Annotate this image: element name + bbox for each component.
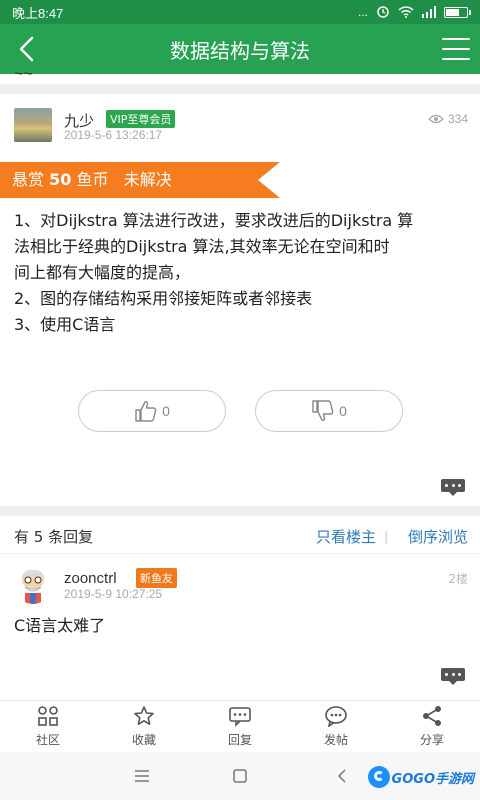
post-line: 间上都有大幅度的提高， [14,263,191,282]
dislike-count: 0 [339,403,347,419]
nav-label: 分享 [419,733,444,747]
reply-text: C语言太难了 [14,616,106,635]
new-member-badge: 新鱼友 [136,568,177,588]
post-line: 法相比于经典的Dijkstra 算法,其效率无论在空间和时 [14,237,390,256]
status-icons: ... [357,5,471,19]
vip-badge: VIP至尊会员 [106,110,176,128]
grid-icon [38,706,58,726]
alarm-icon [377,6,389,18]
dislike-button[interactable]: 0 [255,390,403,432]
watermark-text: GOGO手游网 [391,771,474,787]
comment-icon[interactable] [441,479,465,496]
status-time: 晚上8:47 [12,5,64,21]
view-count-value: 334 [447,112,468,126]
menu-icon-line [442,48,470,50]
menu-icon-line [442,38,470,40]
reply-author-row: zoonctrl 新鱼友 2019-5-9 10:27:25 2楼 [0,562,480,606]
bounty-ribbon: 悬赏 50 鱼币 未解决 [0,162,280,198]
bounty-status: 未解决 [123,170,172,189]
page-title: 数据结构与算法 [170,38,310,63]
system-back-button[interactable] [330,764,354,788]
reverse-order-link[interactable]: 倒序浏览 [408,526,468,547]
thumbs-up-icon [135,400,157,422]
battery-icon [444,6,471,18]
reply-count: 有 5 条回复 [14,528,94,546]
menu-icon-line [442,58,470,60]
divider [0,84,480,94]
cell-signal-icon [422,6,436,18]
nav-share[interactable]: 分享 [384,701,480,752]
nav-community[interactable]: 社区 [0,701,96,752]
avatar[interactable] [14,566,52,604]
avatar[interactable] [14,108,52,142]
cartoon-avatar-icon [14,566,52,604]
home-button[interactable] [228,764,252,788]
only-owner-link[interactable]: 只看楼主 [316,526,376,547]
wifi-icon [398,6,414,18]
back-button[interactable] [8,30,46,68]
bounty-unit: 鱼币 [76,170,109,189]
comment-icon[interactable] [441,668,465,685]
post-body: 1、对Dijkstra 算法进行改进，要求改进后的Dijkstra 算 法相比于… [14,208,470,338]
floor-number: 2楼 [448,572,468,586]
signal-dots: ... [357,5,368,19]
nav-label: 社区 [35,733,60,747]
star-icon [134,706,154,725]
like-button[interactable]: 0 [78,390,226,432]
truncated-text: ~~ [14,66,33,78]
reply-icon [229,707,251,727]
triangle-left-icon [337,769,346,783]
title-bar: 数据结构与算法 [0,24,480,74]
divider [0,506,480,516]
post-timestamp: 2019-5-6 13:26:17 [64,128,163,142]
bounty-amount: 50 [49,170,72,189]
nav-favorite[interactable]: 收藏 [96,701,192,752]
bounty-prefix: 悬赏 [12,170,45,189]
chat-icon [325,706,347,727]
post-line: 2、图的存储结构采用邻接矩阵或者邻接表 [14,289,313,308]
post-author-row: 九少 VIP至尊会员 2019-5-6 13:26:17 334 [0,98,480,150]
reply-author-name[interactable]: zoonctrl [64,570,117,587]
reply-header: 有 5 条回复 只看楼主 | 倒序浏览 [0,518,480,554]
nav-label: 回复 [227,733,252,747]
square-icon [233,769,247,783]
watermark: GOGO手游网 [367,766,474,788]
chevron-left-icon [19,36,34,62]
status-bar: 晚上8:47 ... [0,0,480,24]
post-line: 3、使用C语言 [14,315,116,334]
bottom-nav: 社区 收藏 回复 发帖 分享 [0,700,480,752]
nav-reply[interactable]: 回复 [192,701,288,752]
nav-label: 收藏 [131,733,156,747]
menu-button[interactable] [442,35,470,63]
system-nav-bar: GOGO手游网 [0,752,480,800]
share-icon [423,706,441,726]
nav-post[interactable]: 发帖 [288,701,384,752]
thumbs-down-icon [312,400,334,422]
bounty-text: 悬赏 50 鱼币 未解决 [12,162,172,198]
like-count: 0 [162,403,170,419]
eye-icon [428,114,444,124]
view-count: 334 [428,112,468,126]
gogo-logo-icon [367,766,390,788]
recent-apps-button[interactable] [130,764,154,788]
menu-lines-icon [135,770,149,782]
reply-timestamp: 2019-5-9 10:27:25 [64,587,163,601]
post-line: 1、对Dijkstra 算法进行改进，要求改进后的Dijkstra 算 [14,211,414,230]
separator: | [384,528,388,544]
nav-label: 发帖 [323,733,348,747]
